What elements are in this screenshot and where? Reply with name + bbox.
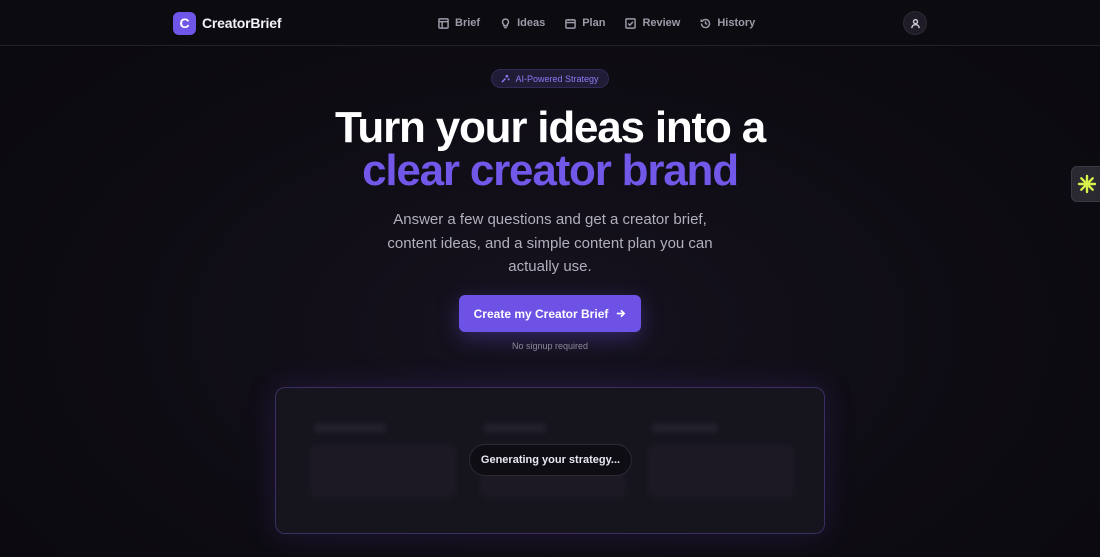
calendar-icon bbox=[565, 18, 577, 29]
nav-item-review[interactable]: Review bbox=[625, 17, 680, 29]
main-nav: Brief Ideas Plan Review History bbox=[438, 13, 755, 33]
ai-strategy-badge: AI-Powered Strategy bbox=[491, 69, 609, 88]
create-brief-button[interactable]: Create my Creator Brief bbox=[459, 295, 641, 332]
check-square-icon bbox=[625, 17, 637, 29]
nav-label: Review bbox=[642, 17, 681, 29]
sparkle-icon bbox=[501, 74, 511, 83]
brand-name: CreatorBrief bbox=[202, 15, 282, 31]
history-icon bbox=[700, 18, 711, 28]
floating-assistant-widget[interactable] bbox=[1071, 166, 1100, 202]
brand-logo-link[interactable]: C CreatorBrief bbox=[173, 11, 281, 35]
nav-item-history[interactable]: History bbox=[700, 17, 755, 29]
nav-label: History bbox=[717, 17, 756, 29]
hero-title-line1: Turn your ideas into a bbox=[335, 103, 766, 152]
preview-block bbox=[648, 444, 794, 498]
strategy-preview-card: Generating your strategy... bbox=[275, 387, 825, 534]
top-navbar: C CreatorBrief Brief Ideas Plan Review H… bbox=[0, 0, 1100, 46]
user-icon bbox=[910, 18, 920, 28]
user-avatar-button[interactable] bbox=[903, 11, 927, 35]
preview-heading bbox=[314, 424, 386, 432]
lightbulb-icon bbox=[501, 17, 510, 28]
asterisk-icon bbox=[1077, 174, 1097, 194]
hero-subtitle: Answer a few questions and get a creator… bbox=[387, 211, 713, 275]
badge-label: AI-Powered Strategy bbox=[515, 73, 599, 84]
preview-block bbox=[310, 444, 456, 498]
no-signup-note: No signup required bbox=[511, 341, 589, 351]
nav-item-ideas[interactable]: Ideas bbox=[500, 17, 545, 29]
arrow-right-icon bbox=[617, 309, 626, 318]
preview-heading bbox=[484, 424, 546, 432]
nav-item-plan[interactable]: Plan bbox=[565, 17, 605, 29]
preview-heading bbox=[652, 424, 718, 432]
generating-status-pill: Generating your strategy... bbox=[469, 444, 632, 476]
hero-title-line2: clear creator brand bbox=[362, 146, 739, 195]
nav-label: Plan bbox=[582, 17, 606, 29]
nav-item-brief[interactable]: Brief bbox=[438, 17, 480, 29]
cta-label: Create my Creator Brief bbox=[473, 306, 609, 321]
nav-label: Ideas bbox=[517, 17, 546, 29]
brand-logo-icon: C bbox=[173, 11, 196, 35]
nav-label: Brief bbox=[455, 17, 481, 29]
layout-icon bbox=[438, 17, 449, 29]
